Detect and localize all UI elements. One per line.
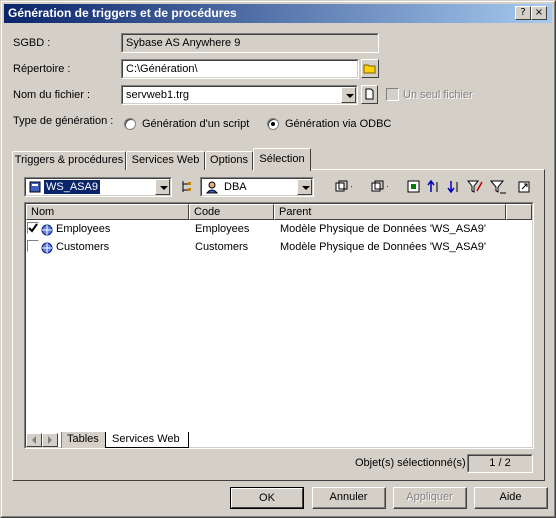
user-icon xyxy=(205,181,219,194)
row-parent: Modèle Physique de Données 'WS_ASA9' xyxy=(280,241,486,253)
window-title: Génération de triggers et de procédures xyxy=(8,6,237,20)
select-all-icon[interactable] xyxy=(334,179,352,195)
table-row[interactable]: Employees Employees Modèle Physique de D… xyxy=(26,221,516,237)
tab-label: Triggers & procédures xyxy=(14,154,124,166)
status-field: 1 / 2 xyxy=(467,454,533,473)
row-code: Employees xyxy=(195,223,250,235)
column-label: Nom xyxy=(31,206,55,218)
filter-icon[interactable] xyxy=(490,179,508,195)
filter-edit-icon[interactable] xyxy=(467,179,485,195)
sheet-tab-label: Tables xyxy=(67,433,99,445)
sgbd-field: Sybase AS Anywhere 9 xyxy=(121,33,379,53)
column-header-parent[interactable]: Parent xyxy=(274,204,506,220)
status-value: 1 / 2 xyxy=(468,455,532,472)
tab-label: Sélection xyxy=(259,153,305,165)
deselect-all-icon[interactable] xyxy=(370,179,388,195)
radio-selected-dot xyxy=(271,122,275,126)
aide-button[interactable]: Aide xyxy=(474,487,548,509)
repertoire-value: C:\Génération\ xyxy=(122,60,358,78)
browse-folder-button[interactable] xyxy=(361,59,379,78)
arrow-left-icon xyxy=(32,436,36,444)
sheet-tab-label: Services Web xyxy=(112,433,180,445)
aide-label: Aide xyxy=(475,488,547,508)
folder-icon xyxy=(363,64,376,74)
fichier-label: Nom du fichier : xyxy=(13,89,91,101)
document-icon xyxy=(365,88,374,100)
fichier-dropdown-button[interactable] xyxy=(341,87,356,103)
hierarchy-icon[interactable] xyxy=(180,180,192,194)
database-model-icon xyxy=(29,181,41,193)
sgbd-value: Sybase AS Anywhere 9 xyxy=(122,34,378,52)
file-properties-button[interactable] xyxy=(361,85,378,104)
model-combo[interactable]: WS_ASA9 xyxy=(24,177,172,197)
open-window-icon[interactable] xyxy=(517,179,535,195)
move-up-icon[interactable] xyxy=(427,179,445,195)
close-icon: × xyxy=(534,7,544,18)
row-checkbox[interactable] xyxy=(27,222,39,234)
tab-selection[interactable]: Sélection xyxy=(253,148,311,171)
tab-label: Services Web xyxy=(131,154,200,166)
ok-button[interactable]: OK xyxy=(230,487,304,509)
fichier-value: servweb1.trg xyxy=(122,86,357,104)
row-checkbox[interactable] xyxy=(27,240,39,252)
title-bar[interactable]: Génération de triggers et de procédures xyxy=(4,4,552,23)
row-parent: Modèle Physique de Données 'WS_ASA9' xyxy=(280,223,486,235)
sgbd-label: SGBD : xyxy=(13,37,51,49)
repertoire-label: Répertoire : xyxy=(13,63,71,75)
status-label: Objet(s) sélectionné(s) : xyxy=(355,457,472,469)
radio-odbc-label: Génération via ODBC xyxy=(285,118,392,130)
radio-script-label: Génération d'un script xyxy=(142,118,250,130)
seul-fichier-label: Un seul fichier xyxy=(403,89,473,101)
repertoire-input[interactable]: C:\Génération\ xyxy=(121,59,359,79)
column-header-nom[interactable]: Nom xyxy=(26,204,189,220)
sheet-tab-services-web[interactable]: Services Web xyxy=(105,432,189,448)
chevron-down-icon xyxy=(160,186,168,190)
column-label: Code xyxy=(194,206,221,218)
model-value: WS_ASA9 xyxy=(44,180,100,194)
include-subobjects-icon[interactable] xyxy=(406,179,424,195)
seul-fichier-checkbox[interactable] xyxy=(386,88,399,101)
column-label: Parent xyxy=(279,206,312,218)
chevron-down-icon xyxy=(302,186,310,190)
sheet-scroll-right-button[interactable] xyxy=(42,433,58,447)
model-dropdown-button[interactable] xyxy=(155,179,170,195)
sheet-tab-tables[interactable]: Tables xyxy=(61,432,105,448)
appliquer-button[interactable]: Appliquer xyxy=(393,487,467,509)
close-title-button[interactable]: × xyxy=(531,6,547,20)
tab-options[interactable]: Options xyxy=(205,151,253,170)
help-icon: ? xyxy=(520,7,526,18)
column-header-code[interactable]: Code xyxy=(189,204,274,220)
sheet-scroll-left-button[interactable] xyxy=(26,433,42,447)
chevron-down-icon xyxy=(346,94,354,98)
web-service-icon xyxy=(41,242,53,254)
web-service-icon xyxy=(41,224,53,236)
type-label: Type de génération : xyxy=(13,115,114,127)
model-combo-inner: WS_ASA9 xyxy=(25,178,171,196)
tab-label: Options xyxy=(210,154,248,166)
tab-triggers-procedures[interactable]: Triggers & procédures xyxy=(12,151,126,170)
radio-odbc[interactable] xyxy=(267,118,279,130)
owner-dropdown-button[interactable] xyxy=(297,179,312,195)
appliquer-label: Appliquer xyxy=(394,488,466,508)
owner-combo[interactable]: DBA xyxy=(200,177,314,197)
annuler-label: Annuler xyxy=(313,488,385,508)
tab-services-web[interactable]: Services Web xyxy=(126,151,205,170)
column-header-filler xyxy=(506,204,532,220)
ok-label: OK xyxy=(231,488,303,508)
annuler-button[interactable]: Annuler xyxy=(312,487,386,509)
radio-script[interactable] xyxy=(124,118,136,130)
move-down-icon[interactable] xyxy=(447,179,465,195)
row-nom: Customers xyxy=(56,241,110,253)
owner-value: DBA xyxy=(224,181,247,193)
arrow-right-icon xyxy=(48,436,52,444)
row-nom: Employees xyxy=(56,223,111,235)
fichier-combo[interactable]: servweb1.trg xyxy=(121,85,358,105)
help-title-button[interactable]: ? xyxy=(515,6,531,20)
dialog-window: Génération de triggers et de procédures … xyxy=(0,0,556,518)
row-code: Customers xyxy=(195,241,249,253)
table-row[interactable]: Customers Customers Modèle Physique de D… xyxy=(26,239,516,255)
checkmark-icon xyxy=(28,223,38,233)
